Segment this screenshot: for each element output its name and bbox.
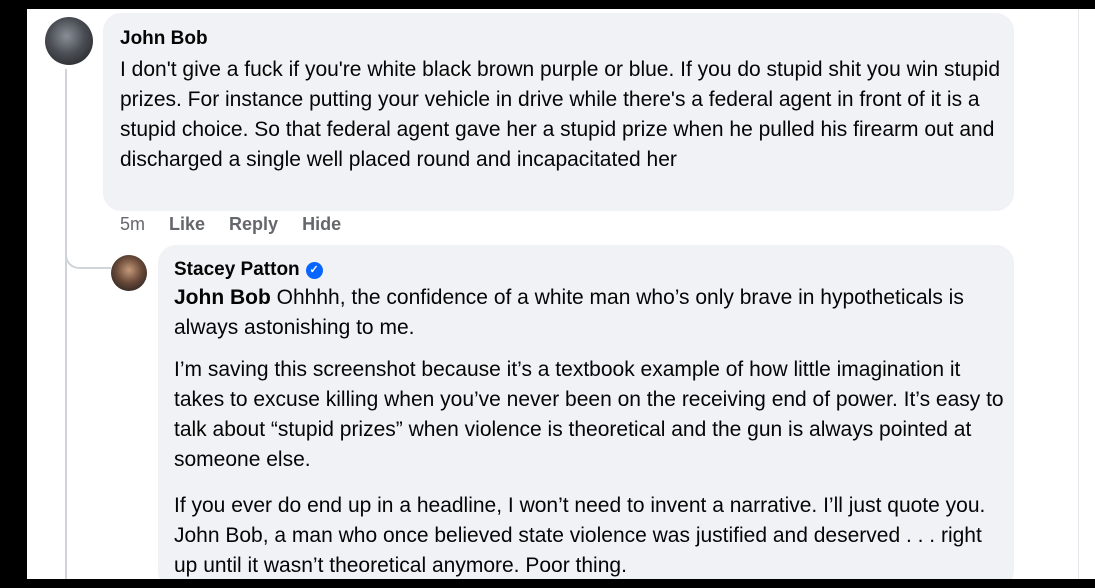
reply-button[interactable]: Reply	[229, 214, 278, 238]
verified-badge-icon: ✓	[305, 262, 323, 279]
comment-actions: 5m Like Reply Hide	[120, 214, 341, 238]
hide-button[interactable]: Hide	[302, 214, 341, 238]
reply-paragraph: If you ever do end up in a headline, I w…	[174, 494, 986, 577]
comment-author[interactable]: John Bob	[120, 28, 208, 50]
mention-link[interactable]: John Bob	[174, 286, 271, 309]
thread-line	[65, 69, 67, 579]
reply-paragraph: John Bob Ohhhh, the confidence of a whit…	[174, 283, 1004, 343]
reply-bubble: Stacey Patton ✓ John Bob Ohhhh, the confi…	[158, 245, 1014, 579]
avatar-stacey-patton[interactable]	[111, 255, 147, 291]
reply-author[interactable]: Stacey Patton ✓	[174, 259, 323, 281]
comment-timestamp[interactable]: 5m	[120, 214, 145, 238]
reply-paragraph-text: Ohhhh, the confidence of a white man who…	[174, 286, 964, 339]
comment-thread: John Bob I don't give a fuck if you're w…	[27, 9, 1076, 579]
comment-bubble: John Bob I don't give a fuck if you're w…	[103, 13, 1014, 211]
reply-paragraph: I’m saving this screenshot because it’s …	[174, 358, 1004, 471]
scroll-edge	[1076, 9, 1095, 579]
avatar-john-bob[interactable]	[45, 17, 93, 65]
divider	[1078, 9, 1079, 579]
thread-reply-connector	[65, 245, 111, 269]
comment-text: I don't give a fuck if you're white blac…	[120, 58, 1001, 171]
reply-author-name[interactable]: Stacey Patton	[174, 259, 300, 280]
like-button[interactable]: Like	[169, 214, 205, 238]
